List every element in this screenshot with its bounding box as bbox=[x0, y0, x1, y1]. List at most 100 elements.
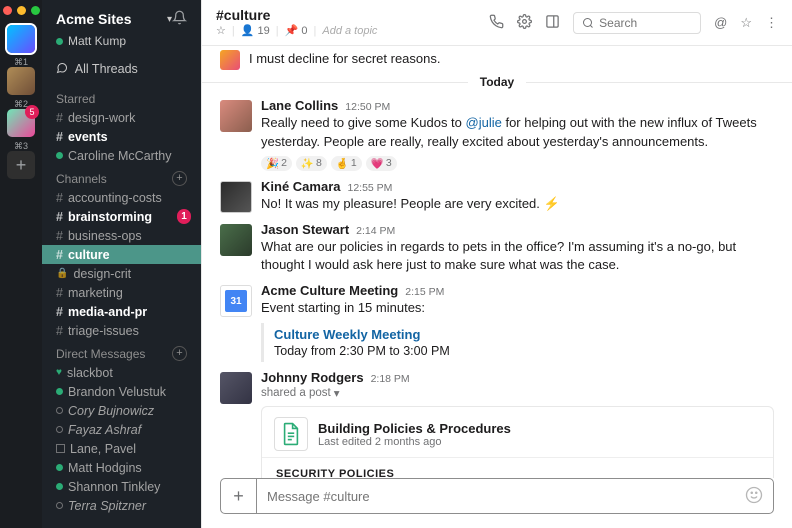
post-subtitle: Last edited 2 months ago bbox=[318, 436, 511, 448]
reaction[interactable]: 🤞1 bbox=[331, 156, 362, 171]
message-author[interactable]: Jason Stewart bbox=[261, 222, 349, 237]
starred-section-header: Starred bbox=[42, 86, 201, 108]
workspace-tile[interactable]: ⌘2 bbox=[7, 67, 35, 95]
hash-icon: # bbox=[56, 286, 63, 300]
search-box[interactable] bbox=[573, 12, 701, 34]
star-channel-icon[interactable]: ☆ bbox=[216, 25, 226, 37]
sidebar-dm[interactable]: Lane, Pavel bbox=[42, 439, 201, 458]
message-timestamp: 2:18 PM bbox=[371, 373, 410, 385]
sidebar-dm[interactable]: Matt Hodgins bbox=[42, 458, 201, 477]
hash-icon: # bbox=[56, 210, 63, 224]
minimize-window-icon[interactable] bbox=[17, 6, 26, 15]
avatar[interactable] bbox=[220, 50, 240, 70]
search-icon bbox=[582, 17, 594, 29]
sidebar-item[interactable]: #design-work bbox=[42, 108, 201, 127]
close-window-icon[interactable] bbox=[3, 6, 12, 15]
current-user-name: Matt Kump bbox=[68, 34, 126, 48]
sidebar-item-label: media-and-pr bbox=[68, 305, 147, 319]
composer-input[interactable] bbox=[257, 479, 735, 513]
maximize-window-icon[interactable] bbox=[31, 6, 40, 15]
calendar-app-avatar[interactable]: 31 bbox=[220, 285, 252, 317]
sidebar-item-label: marketing bbox=[68, 286, 123, 300]
sidebar-dm[interactable]: Brandon Velustuk bbox=[42, 382, 201, 401]
channel-header: #culture ☆| 👤 19| 📌 0| Add a topic @ ☆ ⋮ bbox=[202, 0, 792, 46]
mention-link[interactable]: @julie bbox=[466, 115, 502, 130]
notifications-bell-icon[interactable] bbox=[172, 10, 187, 28]
dm-section-header: Direct Messages + bbox=[42, 340, 201, 363]
avatar[interactable] bbox=[220, 100, 252, 132]
sidebar-channel[interactable]: 🔒design-crit bbox=[42, 264, 201, 283]
presence-active-icon bbox=[56, 38, 63, 45]
current-user[interactable]: Matt Kump bbox=[42, 34, 201, 58]
sidebar-dm[interactable]: Shannon Tinkley bbox=[42, 477, 201, 496]
workspace-name[interactable]: Acme Sites bbox=[56, 11, 164, 27]
sidebar-channel[interactable]: # business-ops bbox=[42, 226, 201, 245]
sidebar-item-label: business-ops bbox=[68, 229, 142, 243]
event-attachment[interactable]: Culture Weekly Meeting Today from 2:30 P… bbox=[261, 323, 774, 362]
reaction-emoji: 🎉 bbox=[266, 157, 279, 170]
sidebar-item-label: accounting-costs bbox=[68, 191, 162, 205]
message-author[interactable]: Acme Culture Meeting bbox=[261, 283, 398, 298]
sidebar-dm[interactable]: Terra Spitzner bbox=[42, 496, 201, 515]
document-page-icon bbox=[274, 417, 308, 451]
presence-icon bbox=[56, 152, 63, 159]
pin-count[interactable]: 📌 0 bbox=[285, 25, 308, 37]
reaction-emoji: 💗 bbox=[371, 157, 384, 170]
reaction[interactable]: 🎉2 bbox=[261, 156, 292, 171]
sidebar-item-label: Caroline McCarthy bbox=[68, 149, 172, 163]
workspace-tile[interactable]: ⌘1 bbox=[7, 25, 35, 53]
reaction[interactable]: 💗3 bbox=[366, 156, 397, 171]
avatar[interactable] bbox=[220, 224, 252, 256]
starred-items-icon[interactable]: ☆ bbox=[740, 15, 752, 31]
add-dm-button[interactable]: + bbox=[172, 346, 187, 361]
hash-icon: # bbox=[56, 229, 63, 243]
messages-area[interactable]: I must decline for secret reasons. Today… bbox=[202, 46, 792, 478]
all-threads-link[interactable]: All Threads bbox=[42, 58, 201, 86]
message-author[interactable]: Kiné Camara bbox=[261, 179, 340, 194]
chevron-down-icon[interactable]: ▾ bbox=[334, 386, 340, 400]
message-author[interactable]: Johnny Rodgers bbox=[261, 370, 364, 385]
hash-icon: # bbox=[56, 191, 63, 205]
message-text: What are our policies in regards to pets… bbox=[261, 238, 774, 276]
avatar[interactable] bbox=[220, 181, 252, 213]
details-pane-icon[interactable] bbox=[545, 14, 560, 32]
sidebar-channel[interactable]: #brainstorming1 bbox=[42, 207, 201, 226]
sidebar-item-label: slackbot bbox=[67, 366, 113, 380]
add-workspace-button[interactable]: + bbox=[7, 151, 35, 179]
sidebar-channel[interactable]: #culture bbox=[42, 245, 201, 264]
sidebar-channel[interactable]: #triage-issues bbox=[42, 321, 201, 340]
search-input[interactable] bbox=[599, 16, 692, 30]
channel-name[interactable]: #culture bbox=[216, 8, 479, 23]
sidebar-channel[interactable]: # accounting-costs bbox=[42, 188, 201, 207]
message: Jason Stewart2:14 PM What are our polici… bbox=[202, 218, 792, 280]
message-author[interactable]: Lane Collins bbox=[261, 98, 338, 113]
avatar[interactable] bbox=[220, 372, 252, 404]
reaction[interactable]: ✨8 bbox=[296, 156, 327, 171]
mentions-at-icon[interactable]: @ bbox=[714, 15, 727, 30]
composer-attachment-button[interactable]: + bbox=[221, 479, 257, 513]
add-channel-button[interactable]: + bbox=[172, 171, 187, 186]
settings-gear-icon[interactable] bbox=[517, 14, 532, 32]
sidebar-item-label: culture bbox=[68, 248, 110, 262]
add-topic-link[interactable]: Add a topic bbox=[322, 25, 377, 37]
member-count[interactable]: 👤 19 bbox=[241, 25, 270, 37]
presence-active-icon bbox=[56, 483, 63, 490]
emoji-picker-icon[interactable] bbox=[735, 486, 773, 507]
workspace-tile[interactable]: ⌘35 bbox=[7, 109, 35, 137]
message: 31 Acme Culture Meeting2:15 PM Event sta… bbox=[202, 279, 792, 366]
sidebar-item[interactable]: #events bbox=[42, 127, 201, 146]
call-icon[interactable] bbox=[489, 14, 504, 32]
sidebar-item-label: brainstorming bbox=[68, 210, 152, 224]
more-menu-icon[interactable]: ⋮ bbox=[765, 15, 778, 31]
sidebar-channel[interactable]: # media-and-pr bbox=[42, 302, 201, 321]
sidebar-dm[interactable]: Cory Bujnowicz bbox=[42, 401, 201, 420]
sidebar-channel[interactable]: # marketing bbox=[42, 283, 201, 302]
sidebar-item[interactable]: Caroline McCarthy bbox=[42, 146, 201, 165]
post-title: Building Policies & Procedures bbox=[318, 421, 511, 436]
presence-away-icon bbox=[56, 502, 63, 509]
hash-icon: # bbox=[56, 305, 63, 319]
reaction-emoji: ✨ bbox=[301, 157, 314, 170]
post-attachment[interactable]: Building Policies & Procedures Last edit… bbox=[261, 406, 774, 478]
sidebar-dm[interactable]: Fayaz Ashraf bbox=[42, 420, 201, 439]
sidebar-dm[interactable]: ♥slackbot bbox=[42, 363, 201, 382]
